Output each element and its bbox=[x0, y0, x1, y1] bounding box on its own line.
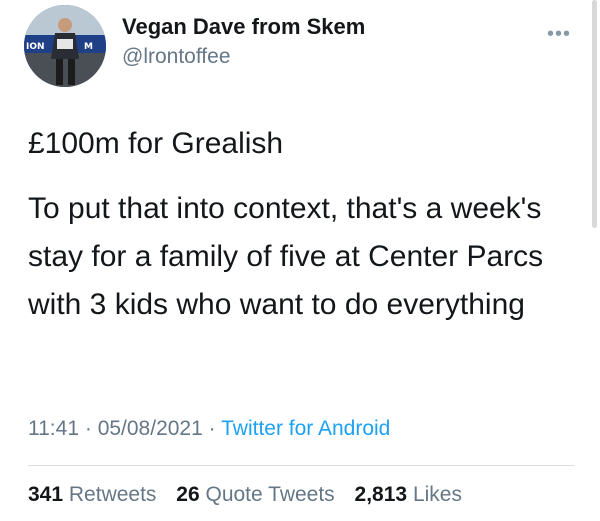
avatar[interactable]: ION M bbox=[24, 5, 106, 87]
tweet-metadata: 11:41 · 05/08/2021 · Twitter for Android bbox=[28, 417, 390, 441]
tweet-text-body: To put that into context, that's a week'… bbox=[28, 192, 544, 321]
tweet-card: ION M ••• Vegan Dave from Skem @lrontoff… bbox=[0, 0, 600, 521]
quote-tweets-stat[interactable]: 26 Quote Tweets bbox=[176, 483, 340, 506]
display-name[interactable]: Vegan Dave from Skem bbox=[122, 14, 365, 40]
engagement-stats: 341 Retweets 26 Quote Tweets 2,813 Likes bbox=[28, 483, 476, 507]
likes-label: Likes bbox=[412, 483, 462, 506]
svg-text:M: M bbox=[84, 42, 93, 52]
likes-stat[interactable]: 2,813 Likes bbox=[355, 483, 462, 506]
meta-separator: · bbox=[208, 417, 216, 440]
tweet-date[interactable]: 05/08/2021 bbox=[98, 417, 203, 440]
runner-photo-icon: ION M bbox=[24, 5, 106, 87]
quote-tweets-count: 26 bbox=[176, 483, 200, 506]
divider bbox=[28, 465, 574, 466]
tweet-text-line: £100m for Grealish bbox=[28, 127, 284, 160]
likes-count: 2,813 bbox=[354, 483, 408, 506]
retweets-count: 341 bbox=[28, 483, 64, 506]
more-options-icon[interactable]: ••• bbox=[547, 24, 571, 44]
quote-tweets-label: Quote Tweets bbox=[205, 483, 335, 506]
retweets-stat[interactable]: 341 Retweets bbox=[28, 483, 162, 506]
meta-separator: · bbox=[84, 417, 92, 440]
scrollbar[interactable] bbox=[592, 0, 597, 228]
tweet-source-link[interactable]: Twitter for Android bbox=[221, 417, 390, 440]
svg-text:ION: ION bbox=[26, 42, 45, 52]
retweets-label: Retweets bbox=[68, 483, 157, 506]
user-handle[interactable]: @lrontoffee bbox=[122, 45, 231, 69]
tweet-time[interactable]: 11:41 bbox=[28, 417, 79, 440]
